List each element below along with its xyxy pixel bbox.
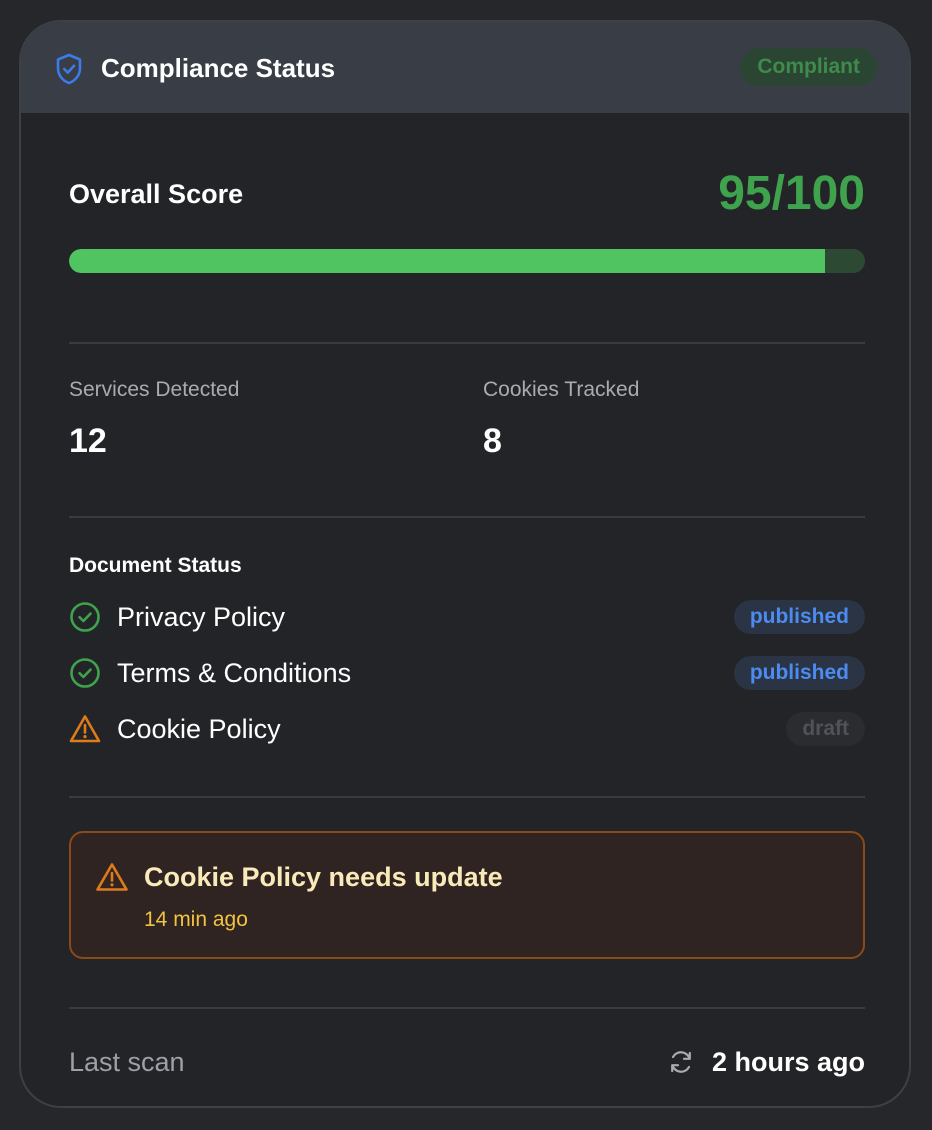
services-detected-value: 12	[69, 422, 107, 460]
cookies-tracked-label: Cookies Tracked	[483, 378, 640, 401]
document-status-title: Document Status	[69, 554, 242, 577]
document-row-privacy-policy[interactable]: Privacy Policy published	[69, 597, 865, 637]
alert-title: Cookie Policy needs update	[144, 862, 503, 892]
last-scan-label: Last scan	[69, 1047, 185, 1077]
score-progress-bar	[69, 249, 865, 273]
document-row-terms-conditions[interactable]: Terms & Conditions published	[69, 653, 865, 693]
refresh-icon[interactable]	[668, 1049, 694, 1075]
alert-timestamp: 14 min ago	[144, 908, 248, 931]
card-header: Compliance Status Compliant	[21, 22, 909, 113]
compliance-status-card: Compliance Status Compliant Overall Scor…	[19, 20, 911, 1108]
document-name: Terms & Conditions	[117, 658, 352, 688]
overall-score-value: 95/100	[718, 167, 865, 220]
score-progress-fill	[69, 249, 826, 273]
divider	[69, 1007, 865, 1009]
divider	[69, 516, 865, 518]
warning-triangle-icon	[96, 863, 128, 891]
last-scan-info: 2 hours ago	[668, 1045, 865, 1079]
document-name: Cookie Policy	[117, 714, 281, 744]
divider	[69, 796, 865, 798]
document-status-badge: published	[733, 656, 865, 690]
overall-score-label: Overall Score	[69, 179, 244, 209]
alert-banner[interactable]: Cookie Policy needs update 14 min ago	[69, 831, 865, 959]
document-status-badge: published	[733, 600, 865, 634]
divider	[69, 342, 865, 344]
check-circle-icon	[70, 658, 100, 688]
document-row-cookie-policy[interactable]: Cookie Policy draft	[69, 709, 865, 749]
card-title: Compliance Status	[101, 53, 336, 83]
check-circle-icon	[70, 602, 100, 632]
shield-check-icon	[56, 53, 82, 85]
document-name: Privacy Policy	[117, 602, 286, 632]
services-detected-label: Services Detected	[69, 378, 240, 401]
cookies-tracked-value: 8	[483, 422, 502, 460]
warning-triangle-icon	[69, 715, 101, 743]
last-scan-time: 2 hours ago	[711, 1047, 865, 1077]
compliance-status-badge: Compliant	[740, 48, 877, 86]
document-status-badge: draft	[786, 712, 865, 746]
